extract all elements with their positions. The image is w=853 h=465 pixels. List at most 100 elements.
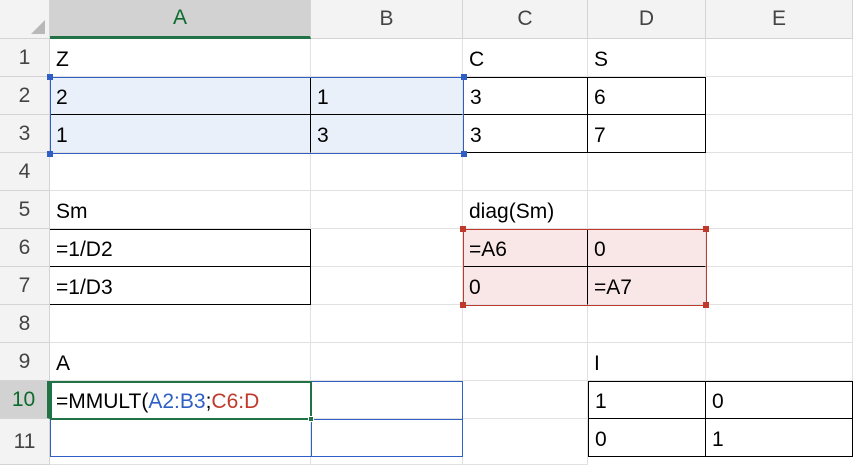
cell-c11[interactable] xyxy=(463,419,588,465)
column-header-b[interactable]: B xyxy=(311,0,463,39)
cell-c1[interactable]: C xyxy=(463,39,588,77)
cell-c10[interactable] xyxy=(463,381,588,419)
row-header-9[interactable]: 9 xyxy=(0,343,50,381)
cell-b7[interactable] xyxy=(311,267,463,305)
cell-b3[interactable]: 3 xyxy=(311,115,463,153)
cell-a5[interactable]: Sm xyxy=(50,191,311,229)
fill-handle[interactable] xyxy=(308,416,314,422)
cell-d10[interactable]: 1 xyxy=(588,381,706,419)
cell-d1-value: S xyxy=(594,48,609,71)
cell-c2[interactable]: 3 xyxy=(463,77,588,115)
cell-d3[interactable]: 7 xyxy=(588,115,706,153)
cell-d5[interactable] xyxy=(588,191,706,229)
cell-c4[interactable] xyxy=(463,153,588,191)
cell-e1[interactable] xyxy=(706,39,853,77)
cell-d6-value: 0 xyxy=(594,238,606,261)
column-header-e[interactable]: E xyxy=(706,0,853,39)
row-header-11[interactable]: 11 xyxy=(0,419,50,465)
cell-e7[interactable] xyxy=(706,267,853,305)
cell-d1[interactable]: S xyxy=(588,39,706,77)
cell-d7[interactable]: =A7 xyxy=(588,267,706,305)
cell-d9[interactable]: I xyxy=(588,343,706,381)
cell-b2-value: 1 xyxy=(317,86,329,109)
cell-d6[interactable]: 0 xyxy=(588,229,706,267)
cell-d11[interactable]: 0 xyxy=(588,419,706,457)
select-all-button[interactable] xyxy=(0,0,50,39)
cell-c5[interactable]: diag(Sm) xyxy=(463,191,588,229)
cell-a3[interactable]: 1 xyxy=(50,115,311,153)
cell-c3[interactable]: 3 xyxy=(463,115,588,153)
ref-blue-handle-bl[interactable] xyxy=(47,151,53,157)
ref-red-handle-bl[interactable] xyxy=(460,302,466,308)
ref-red-handle-tl[interactable] xyxy=(460,226,466,232)
cell-e2[interactable] xyxy=(706,77,853,115)
cell-b2[interactable]: 1 xyxy=(311,77,463,115)
row-header-2[interactable]: 2 xyxy=(0,77,50,115)
cell-a5-value: Sm xyxy=(56,200,88,223)
cell-d2[interactable]: 6 xyxy=(588,77,706,115)
cell-e3[interactable] xyxy=(706,115,853,153)
row-header-7[interactable]: 7 xyxy=(0,267,50,305)
cell-b10[interactable] xyxy=(311,381,463,419)
cell-b1[interactable] xyxy=(311,39,463,77)
row-header-8[interactable]: 8 xyxy=(0,305,50,343)
cell-e10[interactable]: 0 xyxy=(706,381,853,419)
cell-d3-value: 7 xyxy=(594,124,606,147)
select-all-triangle-icon xyxy=(31,20,45,34)
row-header-5[interactable]: 5 xyxy=(0,191,50,229)
cell-e11[interactable]: 1 xyxy=(706,419,853,457)
cell-d2-value: 6 xyxy=(594,86,606,109)
cell-d8[interactable] xyxy=(588,305,706,343)
cell-b3-value: 3 xyxy=(317,124,329,147)
cell-c6[interactable]: =A6 xyxy=(463,229,588,267)
cell-c8[interactable] xyxy=(463,305,588,343)
cell-b5[interactable] xyxy=(311,191,463,229)
row-header-3[interactable]: 3 xyxy=(0,115,50,153)
cell-c3-value: 3 xyxy=(470,124,482,147)
cell-a6[interactable]: =1/D2 xyxy=(50,229,311,267)
cell-a4[interactable] xyxy=(50,153,311,191)
cell-a9[interactable]: A xyxy=(50,343,311,381)
cell-a2-value: 2 xyxy=(56,86,68,109)
cell-b6[interactable] xyxy=(311,229,463,267)
ref-blue-handle-tr[interactable] xyxy=(461,74,467,80)
cell-d4[interactable] xyxy=(588,153,706,191)
cell-a1[interactable]: Z xyxy=(50,39,311,77)
column-header-a[interactable]: A xyxy=(50,0,311,39)
row-header-10[interactable]: 10 xyxy=(0,381,50,419)
formula-editor-text: =MMULT(A2:B3;C6:D xyxy=(56,390,259,414)
cell-a7[interactable]: =1/D3 xyxy=(50,267,311,305)
cell-e9[interactable] xyxy=(706,343,853,381)
ref-blue-handle-tl[interactable] xyxy=(47,74,53,80)
cell-b4[interactable] xyxy=(311,153,463,191)
cell-e8[interactable] xyxy=(706,305,853,343)
cell-a8[interactable] xyxy=(50,305,311,343)
cell-c7-value: 0 xyxy=(469,276,481,299)
cell-c5-value: diag(Sm) xyxy=(469,200,555,223)
cell-b8[interactable] xyxy=(311,305,463,343)
cell-a1-value: Z xyxy=(56,48,69,71)
cell-c6-value: =A6 xyxy=(469,238,507,261)
column-header-c[interactable]: C xyxy=(463,0,588,39)
ref-blue-handle-br[interactable] xyxy=(461,151,467,157)
cell-e6[interactable] xyxy=(706,229,853,267)
row-header-1[interactable]: 1 xyxy=(0,39,50,77)
cell-c9[interactable] xyxy=(463,343,588,381)
cell-c7[interactable]: 0 xyxy=(463,267,588,305)
cell-e5[interactable] xyxy=(706,191,853,229)
cell-e4[interactable] xyxy=(706,153,853,191)
cell-a10-editing[interactable]: =MMULT(A2:B3;C6:D xyxy=(50,381,311,419)
cell-a3-value: 1 xyxy=(56,124,68,147)
formula-prefix: =MMULT( xyxy=(56,390,149,413)
cell-a2[interactable]: 2 xyxy=(50,77,311,115)
cell-b9[interactable] xyxy=(311,343,463,381)
ref-red-handle-br[interactable] xyxy=(703,302,709,308)
cell-a11[interactable] xyxy=(50,419,311,465)
spreadsheet-grid: A B C D E 1 2 3 4 5 6 7 8 9 10 11 Z C S … xyxy=(0,0,853,465)
formula-ref-c6-d: C6:D xyxy=(211,390,260,413)
row-header-4[interactable]: 4 xyxy=(0,153,50,191)
column-header-d[interactable]: D xyxy=(588,0,706,39)
row-header-6[interactable]: 6 xyxy=(0,229,50,267)
cell-b11[interactable] xyxy=(311,419,463,465)
ref-red-handle-tr[interactable] xyxy=(703,226,709,232)
